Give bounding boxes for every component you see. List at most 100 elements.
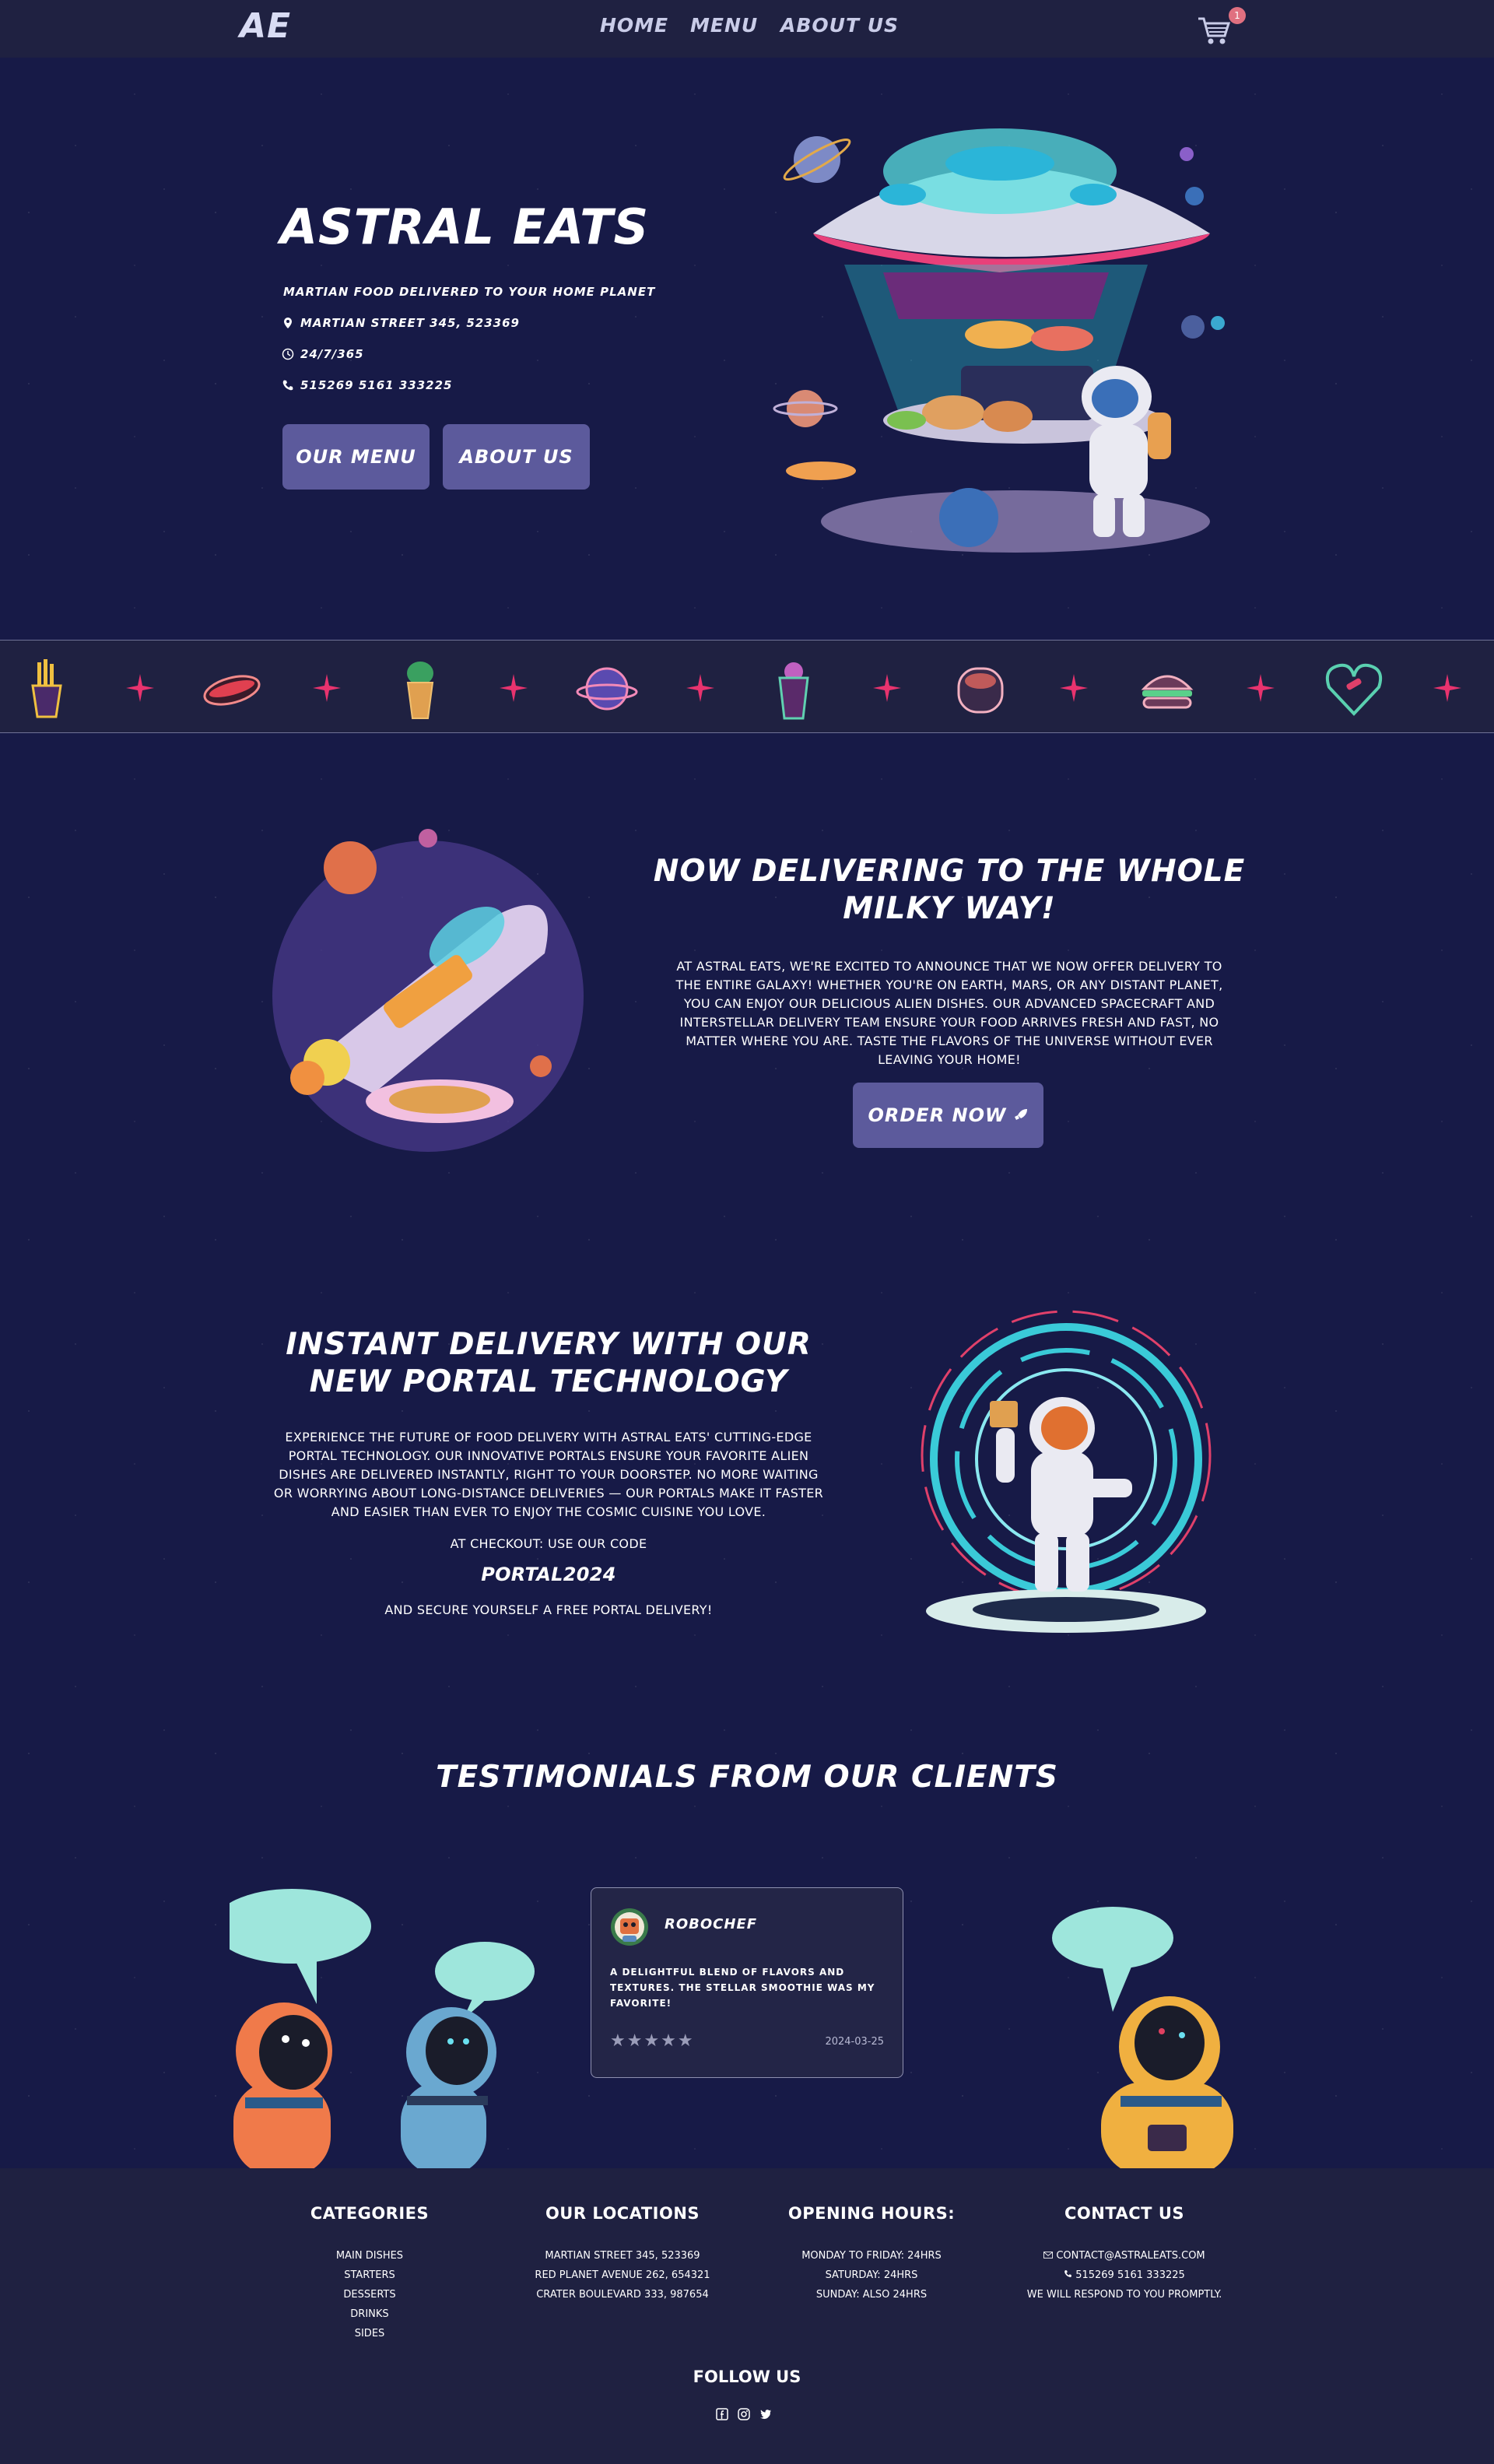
footer: CATEGORIES MAIN DISHES STARTERS DESSERTS… [0, 2168, 1494, 2464]
smoothie-icon [778, 662, 809, 720]
nav-home[interactable]: HOME [600, 14, 668, 37]
footer-location: MARTIAN STREET 345, 523369 [545, 2250, 700, 2262]
sparkle-icon [1247, 674, 1275, 702]
hero-hours: 24/7/365 [282, 347, 364, 361]
testimonials-title: TESTIMONIALS FROM OUR CLIENTS [436, 1760, 1058, 1795]
sparkle-icon [313, 674, 341, 702]
star-rating: ★★★★★ [610, 2031, 695, 2051]
footer-hours-title: OPENING HOURS: [787, 2204, 956, 2223]
footer-contact-phone[interactable]: 515269 5161 333225 [996, 2266, 1253, 2285]
order-now-button[interactable]: ORDER NOW [853, 1083, 1043, 1148]
delivery-title-line1: NOW DELIVERING TO THE WHOLE [653, 854, 1246, 889]
footer-category-link[interactable]: DRINKS [280, 2304, 459, 2324]
footer-categories: CATEGORIES MAIN DISHES STARTERS DESSERTS… [280, 2204, 459, 2343]
top-navbar: AE HOME MENU ABOUT US 1 [0, 0, 1494, 58]
delivery-body-line: LEAVING YOUR HOME! [878, 1052, 1021, 1067]
rocket-delivery-illustration [272, 829, 584, 1152]
portal-title-line1: INSTANT DELIVERY WITH OUR [286, 1327, 812, 1362]
aliens-left-illustration [230, 1889, 535, 2169]
footer-hours-line: MONDAY TO FRIDAY: 24HRS [801, 2250, 942, 2262]
portal-body-line: AND EASIER THAN EVER TO ENJOY THE COSMIC… [331, 1504, 766, 1519]
footer-contact-note: WE WILL RESPOND TO YOU PROMPTLY. [1026, 2289, 1222, 2301]
footer-location: CRATER BOULEVARD 333, 987654 [536, 2289, 709, 2301]
testimonial-author: ROBOCHEF [665, 1916, 758, 1932]
footer-locations: OUR LOCATIONS MARTIAN STREET 345, 523369… [498, 2204, 747, 2304]
heart-icon [1325, 663, 1383, 716]
testimonial-text-line: FAVORITE! [610, 1998, 672, 2009]
hotdog-icon [203, 675, 261, 706]
social-icons [716, 2408, 781, 2424]
delivery-body-line: YOU CAN ENJOY OUR DELICIOUS ALIEN DISHES… [683, 996, 1215, 1011]
portal-after-text: AND SECURE YOURSELF A FREE PORTAL DELIVE… [384, 1602, 713, 1617]
footer-contact-title: CONTACT US [1064, 2204, 1184, 2223]
portal-body-line: OR WORRYING ABOUT LONG-DISTANCE DELIVERI… [273, 1486, 824, 1501]
footer-contact-phone-text: 515269 5161 333225 [1075, 2269, 1185, 2281]
food-icon-strip [0, 640, 1494, 733]
delivery-body-line: MATTER WHERE YOU ARE. TASTE THE FLAVORS … [686, 1034, 1213, 1048]
bowl-icon [957, 667, 1004, 714]
alien-right-illustration [1052, 1907, 1233, 2169]
footer-contact: CONTACT US CONTACT@ASTRALEATS.COM 515269… [996, 2204, 1253, 2304]
footer-location: RED PLANET AVENUE 262, 654321 [535, 2269, 710, 2281]
hero-title: ASTRAL EATS [280, 198, 650, 255]
testimonial-text: A DELIGHTFUL BLEND OF FLAVORS AND TEXTUR… [610, 1964, 890, 2011]
footer-hours: OPENING HOURS: MONDAY TO FRIDAY: 24HRS S… [763, 2204, 980, 2304]
footer-category-link[interactable]: SIDES [280, 2324, 459, 2343]
footer-contact-email[interactable]: CONTACT@ASTRALEATS.COM [996, 2246, 1253, 2266]
sparkle-icon [126, 674, 154, 702]
rocket-icon [1014, 1109, 1027, 1120]
footer-category-link[interactable]: DESSERTS [280, 2285, 459, 2304]
phone-icon [282, 380, 293, 391]
location-pin-icon [284, 318, 292, 328]
planet-icon [576, 667, 638, 711]
hero-phone-text: 515269 5161 333225 [300, 378, 453, 392]
sparkle-icon [1433, 674, 1461, 702]
order-now-label: ORDER NOW [868, 1104, 1007, 1126]
portal-body-line: DISHES ARE DELIVERED INSTANTLY, RIGHT TO… [279, 1467, 819, 1482]
testimonial-date: 2024-03-25 [825, 2036, 884, 2048]
delivery-body-line: INTERSTELLAR DELIVERY TEAM ENSURE YOUR F… [679, 1015, 1219, 1030]
hero-address-text: MARTIAN STREET 345, 523369 [300, 316, 520, 330]
testimonial-card: ROBOCHEF A DELIGHTFUL BLEND OF FLAVORS A… [591, 1887, 903, 2078]
delivery-body: AT ASTRAL EATS, WE'RE EXCITED TO ANNOUNC… [622, 957, 1276, 1069]
envelope-icon [1043, 2252, 1054, 2259]
facebook-icon[interactable] [716, 2408, 728, 2420]
footer-categories-title: CATEGORIES [310, 2204, 430, 2223]
phone-icon [1064, 2270, 1072, 2277]
testimonial-text-line: TEXTURES. THE STELLAR SMOOTHIE WAS MY [610, 1982, 875, 1993]
sparkle-icon [873, 674, 901, 702]
portal-body-line: PORTAL TECHNOLOGY. OUR INNOVATIVE PORTAL… [288, 1448, 809, 1463]
hero-address: MARTIAN STREET 345, 523369 [282, 316, 520, 330]
sparkle-icon [1060, 674, 1088, 702]
our-menu-button[interactable]: OUR MENU [282, 424, 430, 490]
portal-body: EXPERIENCE THE FUTURE OF FOOD DELIVERY W… [226, 1428, 872, 1522]
portal-title-line2: NEW PORTAL TECHNOLOGY [309, 1364, 788, 1399]
footer-category-link[interactable]: MAIN DISHES [280, 2246, 459, 2266]
ufo-food-stand-illustration [773, 128, 1225, 553]
robot-avatar [611, 1908, 648, 1946]
footer-locations-title: OUR LOCATIONS [545, 2204, 700, 2223]
nav-about[interactable]: ABOUT US [780, 14, 899, 37]
hero-phone: 515269 5161 333225 [282, 378, 452, 392]
footer-hours-line: SUNDAY: ALSO 24HRS [815, 2289, 928, 2301]
follow-us-title: FOLLOW US [693, 2367, 801, 2386]
footer-category-link[interactable]: STARTERS [280, 2266, 459, 2285]
about-us-button[interactable]: ABOUT US [443, 424, 590, 490]
portal-checkout-text: AT CHECKOUT: USE OUR CODE [450, 1536, 647, 1551]
footer-hours-line: SATURDAY: 24HRS [825, 2269, 918, 2281]
burger-icon [1141, 675, 1194, 709]
clock-icon [282, 348, 294, 360]
cactus-cup-icon [406, 662, 434, 719]
delivery-title-line2: MILKY WAY! [843, 891, 1056, 926]
twitter-icon[interactable] [759, 2408, 772, 2420]
portal-body-line: EXPERIENCE THE FUTURE OF FOOD DELIVERY W… [285, 1430, 812, 1444]
instagram-icon[interactable] [738, 2408, 750, 2420]
delivery-body-line: THE ENTIRE GALAXY! WHETHER YOU'RE ON EAR… [675, 978, 1223, 992]
logo[interactable]: AE [240, 6, 291, 46]
fries-icon [31, 659, 62, 718]
hero-tagline: MARTIAN FOOD DELIVERED TO YOUR HOME PLAN… [283, 285, 656, 299]
portal-astronaut-illustration [921, 1310, 1212, 1633]
nav-menu[interactable]: MENU [690, 14, 758, 37]
portal-promo-code: PORTAL2024 [481, 1564, 616, 1585]
footer-contact-email-text: CONTACT@ASTRALEATS.COM [1056, 2250, 1205, 2262]
